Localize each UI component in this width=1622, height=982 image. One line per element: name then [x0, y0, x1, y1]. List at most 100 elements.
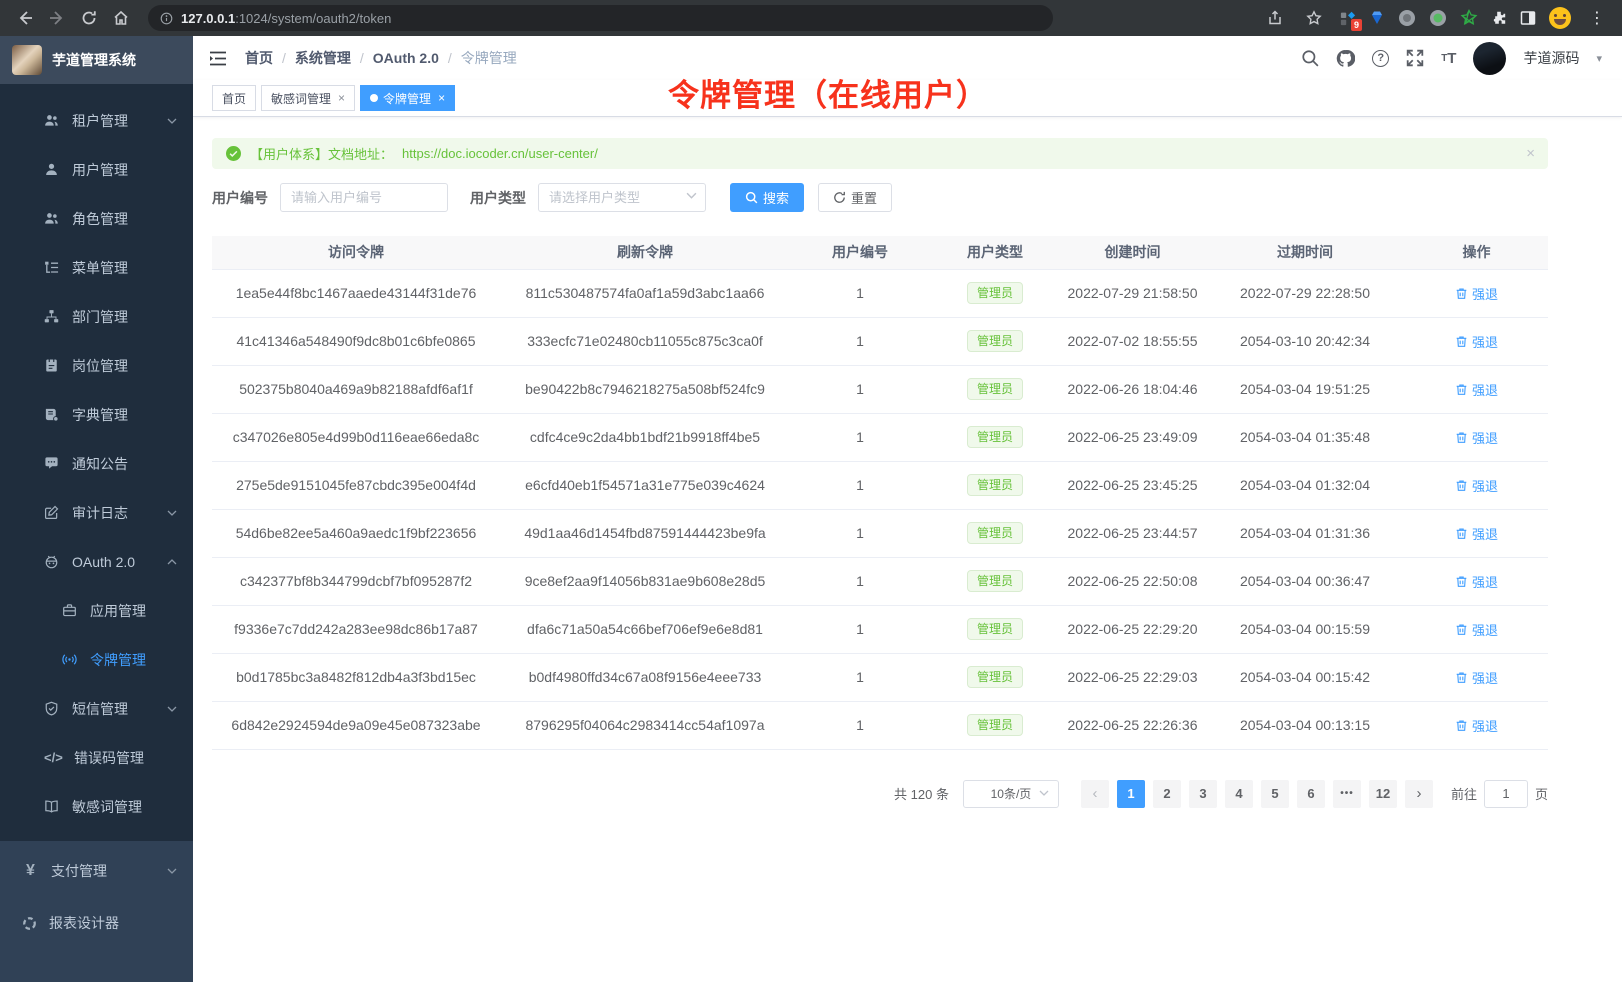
browser-url-bar[interactable]: 127.0.0.1:1024/system/oauth2/token — [148, 5, 1053, 31]
tab-sensitive-word[interactable]: 敏感词管理 × — [261, 85, 355, 111]
share-icon[interactable] — [1262, 5, 1288, 31]
page-button-1[interactable]: 1 — [1117, 780, 1145, 808]
sidebar-item-tenant[interactable]: 租户管理 — [0, 96, 193, 145]
green-star-extension-icon[interactable] — [1460, 9, 1478, 27]
green-dot-extension-icon[interactable] — [1429, 9, 1447, 27]
gem-extension-icon[interactable] — [1369, 10, 1385, 26]
sidebar-collapse-icon[interactable] — [209, 51, 227, 66]
success-check-icon — [226, 146, 241, 161]
sidebar-item-sensitive-word[interactable]: 敏感词管理 — [0, 782, 193, 831]
page-button-12[interactable]: 12 — [1369, 780, 1397, 808]
segmented-circle-icon — [22, 916, 37, 931]
page-button-2[interactable]: 2 — [1153, 780, 1181, 808]
trash-icon — [1455, 335, 1468, 348]
sidebar-item-audit-log[interactable]: 审计日志 — [0, 488, 193, 537]
trash-icon — [1455, 479, 1468, 492]
user-type-select[interactable] — [538, 183, 706, 212]
font-size-icon[interactable]: TT — [1441, 50, 1456, 67]
force-logout-button[interactable]: 强退 — [1455, 428, 1498, 447]
next-page-button[interactable]: › — [1405, 780, 1433, 808]
sidebar-item-user[interactable]: 用户管理 — [0, 145, 193, 194]
search-button[interactable]: 搜索 — [730, 183, 804, 212]
logo-image — [12, 45, 42, 75]
force-logout-button[interactable]: 强退 — [1455, 524, 1498, 543]
profile-avatar[interactable] — [1549, 7, 1571, 29]
browser-menu-icon[interactable]: ⋮ — [1584, 5, 1610, 31]
force-logout-button[interactable]: 强退 — [1455, 668, 1498, 687]
reset-button[interactable]: 重置 — [818, 183, 892, 212]
force-logout-button[interactable]: 强退 — [1455, 620, 1498, 639]
sidebar-item-error-code[interactable]: </> 错误码管理 — [0, 733, 193, 782]
force-logout-button[interactable]: 强退 — [1455, 284, 1498, 303]
page-button-5[interactable]: 5 — [1261, 780, 1289, 808]
chevron-down-icon — [167, 868, 177, 874]
sidebar-item-post[interactable]: 岗位管理 — [0, 341, 193, 390]
browser-back-icon[interactable] — [12, 5, 38, 31]
bookmark-star-icon[interactable] — [1301, 5, 1327, 31]
tab-token[interactable]: 令牌管理 × — [360, 85, 455, 111]
sidebar-item-dept[interactable]: 部门管理 — [0, 292, 193, 341]
username[interactable]: 芋道源码 — [1523, 48, 1579, 68]
breadcrumb-oauth2[interactable]: OAuth 2.0 — [373, 50, 439, 66]
page-button-3[interactable]: 3 — [1189, 780, 1217, 808]
sidebar-item-report-designer[interactable]: 报表设计器 — [0, 897, 193, 949]
sidebar-item-oauth-app[interactable]: 应用管理 — [0, 586, 193, 635]
sidebar-item-oauth2[interactable]: OAuth 2.0 — [0, 537, 193, 586]
sidebar-item-menu[interactable]: 菜单管理 — [0, 243, 193, 292]
extension-blocks-icon[interactable]: 9 — [1340, 10, 1356, 26]
col-user-type: 用户类型 — [930, 236, 1060, 269]
gray-circle-extension-icon[interactable] — [1398, 9, 1416, 27]
user-id-input[interactable] — [280, 183, 448, 212]
close-icon[interactable]: × — [438, 91, 445, 105]
robot-icon — [44, 554, 59, 569]
site-info-icon[interactable] — [160, 12, 173, 25]
active-dot — [370, 94, 378, 102]
browser-forward-icon[interactable] — [44, 5, 70, 31]
help-icon[interactable]: ? — [1372, 50, 1389, 67]
doc-link[interactable]: https://doc.iocoder.cn/user-center/ — [402, 146, 598, 161]
sidebar-item-notice[interactable]: 通知公告 — [0, 439, 193, 488]
force-logout-button[interactable]: 强退 — [1455, 380, 1498, 399]
user-avatar[interactable] — [1473, 42, 1506, 75]
table-row: 41c41346a548490f9dc8b01c6bfe0865333ecfc7… — [212, 317, 1548, 365]
force-logout-button[interactable]: 强退 — [1455, 572, 1498, 591]
breadcrumb-system[interactable]: 系统管理 — [295, 48, 351, 68]
col-user-id: 用户编号 — [790, 236, 930, 269]
browser-reload-icon[interactable] — [76, 5, 102, 31]
page-button-4[interactable]: 4 — [1225, 780, 1253, 808]
table-row: 275e5de9151045fe87cbdc395e004f4de6cfd40e… — [212, 461, 1548, 509]
sidebar-item-payment[interactable]: ¥ 支付管理 — [0, 845, 193, 897]
page-size-select[interactable]: 10条/页 — [963, 780, 1059, 808]
trash-icon — [1455, 287, 1468, 300]
trash-icon — [1455, 431, 1468, 444]
split-square-icon[interactable] — [1520, 10, 1536, 26]
col-actions: 操作 — [1405, 236, 1548, 269]
browser-toolbar: 127.0.0.1:1024/system/oauth2/token 9 — [0, 0, 1622, 36]
more-pages-button[interactable]: ••• — [1333, 780, 1361, 808]
id-badge-icon — [44, 358, 59, 373]
sidebar-item-sms[interactable]: 短信管理 — [0, 684, 193, 733]
sidebar-item-oauth-token[interactable]: 令牌管理 — [0, 635, 193, 684]
col-access-token: 访问令牌 — [212, 236, 500, 269]
refresh-icon — [833, 191, 846, 204]
search-icon[interactable] — [1301, 49, 1319, 67]
alert-close-icon[interactable]: × — [1526, 146, 1535, 161]
goto-page-input[interactable] — [1484, 780, 1528, 808]
github-icon[interactable] — [1336, 49, 1355, 68]
sidebar-item-dict[interactable]: 字典管理 — [0, 390, 193, 439]
extensions-puzzle-icon[interactable] — [1491, 10, 1507, 26]
browser-home-icon[interactable] — [108, 5, 134, 31]
prev-page-button[interactable]: ‹ — [1081, 780, 1109, 808]
user-type-badge: 管理员 — [967, 282, 1023, 304]
caret-down-icon[interactable]: ▾ — [1596, 52, 1602, 65]
force-logout-button[interactable]: 强退 — [1455, 332, 1498, 351]
force-logout-button[interactable]: 强退 — [1455, 716, 1498, 735]
force-logout-button[interactable]: 强退 — [1455, 476, 1498, 495]
sidebar-item-role[interactable]: 角色管理 — [0, 194, 193, 243]
tab-home[interactable]: 首页 — [212, 85, 256, 111]
fullscreen-icon[interactable] — [1406, 49, 1424, 67]
page-button-6[interactable]: 6 — [1297, 780, 1325, 808]
breadcrumb-home[interactable]: 首页 — [245, 48, 273, 68]
app-logo[interactable]: 芋道管理系统 — [0, 36, 193, 84]
close-icon[interactable]: × — [338, 91, 345, 105]
